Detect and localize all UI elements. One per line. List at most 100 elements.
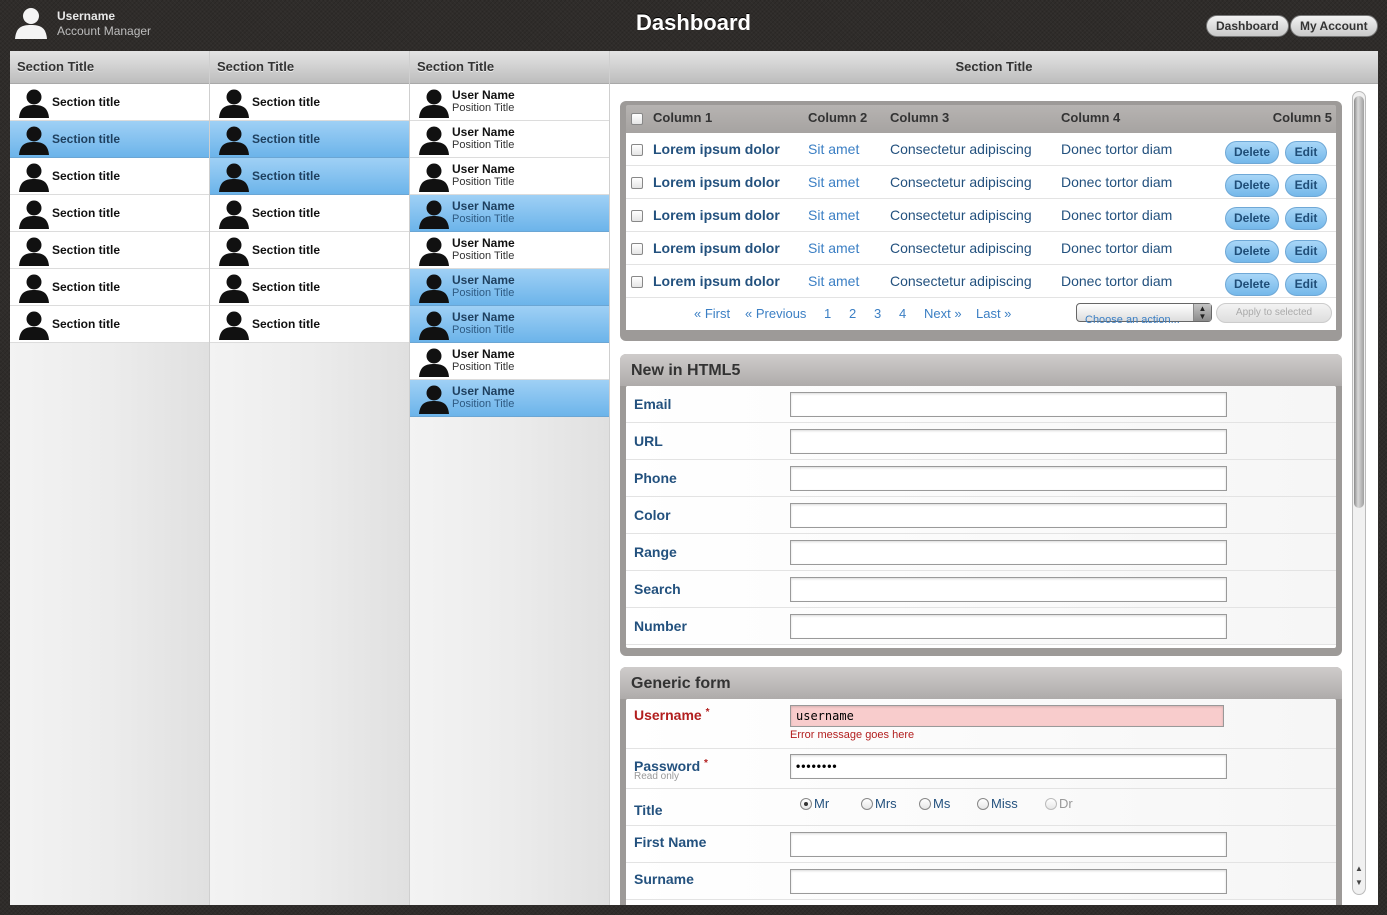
user-list-item[interactable]: User Name Position Title: [410, 121, 609, 158]
email-input[interactable]: [790, 392, 1227, 417]
first-name-input[interactable]: [790, 832, 1227, 857]
color-input[interactable]: [790, 503, 1227, 528]
list-item[interactable]: Section title: [10, 306, 209, 343]
row-checkbox[interactable]: [631, 177, 643, 189]
url-input[interactable]: [790, 429, 1227, 454]
table-cell[interactable]: Sit amet: [808, 273, 859, 289]
apply-to-selected-button[interactable]: Apply to selected: [1216, 303, 1332, 323]
table-cell[interactable]: Sit amet: [808, 240, 859, 256]
column-header: Column 4: [1061, 110, 1121, 125]
radio-circle-icon: [1045, 798, 1057, 810]
list-item[interactable]: Section title: [10, 121, 209, 158]
user-name: User Name: [452, 125, 515, 139]
delete-button[interactable]: Delete: [1225, 141, 1279, 164]
table-cell[interactable]: Sit amet: [808, 174, 859, 190]
user-list-item[interactable]: User Name Position Title: [410, 158, 609, 195]
pager-next-link[interactable]: Next »: [924, 306, 962, 321]
title-radio-ms[interactable]: Ms: [919, 796, 950, 811]
password-row: Password * Read only ••••••••: [626, 749, 1336, 789]
table-cell[interactable]: Sit amet: [808, 141, 859, 157]
table-cell[interactable]: Lorem ipsum dolor: [653, 207, 780, 223]
delete-button[interactable]: Delete: [1225, 273, 1279, 296]
person-silhouette-icon: [418, 273, 452, 303]
pager-page-link[interactable]: 2: [849, 306, 856, 321]
person-silhouette-icon: [418, 347, 452, 377]
range-input[interactable]: [790, 540, 1227, 565]
list-item[interactable]: Section title: [10, 232, 209, 269]
list-item[interactable]: Section title: [10, 269, 209, 306]
row-checkbox[interactable]: [631, 243, 643, 255]
list-item[interactable]: Section title: [210, 269, 409, 306]
list-item[interactable]: Section title: [210, 232, 409, 269]
select-all-checkbox[interactable]: [631, 113, 643, 125]
edit-button[interactable]: Edit: [1285, 273, 1327, 296]
list-item[interactable]: Section title: [10, 158, 209, 195]
pager-last-link[interactable]: Last »: [976, 306, 1011, 321]
table-cell[interactable]: Lorem ipsum dolor: [653, 141, 780, 157]
title-radio-mr[interactable]: Mr: [800, 796, 829, 811]
scroll-up-arrow-icon[interactable]: ▲: [1354, 864, 1364, 873]
list-item[interactable]: Section title: [10, 195, 209, 232]
username-label: Username *: [634, 707, 710, 723]
my-account-button[interactable]: My Account: [1290, 15, 1378, 37]
scroll-down-arrow-icon[interactable]: ▼: [1354, 878, 1364, 887]
username-input[interactable]: username: [790, 705, 1224, 727]
field-label: Range: [634, 544, 677, 560]
table-cell[interactable]: Lorem ipsum dolor: [653, 273, 780, 289]
field-label: Search: [634, 581, 681, 597]
number-input[interactable]: [790, 614, 1227, 639]
edit-button[interactable]: Edit: [1285, 174, 1327, 197]
pager-page-link[interactable]: 1: [824, 306, 831, 321]
list-item[interactable]: Section title: [210, 195, 409, 232]
user-list-item[interactable]: User Name Position Title: [410, 343, 609, 380]
delete-button[interactable]: Delete: [1225, 174, 1279, 197]
user-name: User Name: [452, 384, 515, 398]
list-item[interactable]: Section title: [210, 158, 409, 195]
user-list-item[interactable]: User Name Position Title: [410, 306, 609, 343]
row-checkbox[interactable]: [631, 144, 643, 156]
user-list-item[interactable]: User Name Position Title: [410, 269, 609, 306]
password-input[interactable]: ••••••••: [790, 754, 1227, 779]
vertical-scrollbar[interactable]: ▲ ▼: [1352, 91, 1366, 895]
scrollbar-thumb[interactable]: [1354, 96, 1364, 508]
title-radio-mrs[interactable]: Mrs: [861, 796, 897, 811]
table-cell[interactable]: Lorem ipsum dolor: [653, 174, 780, 190]
edit-button[interactable]: Edit: [1285, 240, 1327, 263]
field-label: Color: [634, 507, 671, 523]
column-header: Column 2: [808, 110, 868, 125]
user-list-item[interactable]: User Name Position Title: [410, 232, 609, 269]
radio-label: Mr: [814, 796, 830, 811]
user-list-item[interactable]: User Name Position Title: [410, 380, 609, 417]
user-position: Position Title: [452, 213, 515, 225]
person-silhouette-icon: [218, 88, 252, 118]
pager-first-link[interactable]: « First: [694, 306, 730, 321]
delete-button[interactable]: Delete: [1225, 207, 1279, 230]
table-cell: Donec tortor diam: [1061, 273, 1173, 289]
table-cell[interactable]: Sit amet: [808, 207, 859, 223]
radio-circle-icon: [919, 798, 931, 810]
table-cell[interactable]: Lorem ipsum dolor: [653, 240, 780, 256]
list-item[interactable]: Section title: [210, 121, 409, 158]
edit-button[interactable]: Edit: [1285, 141, 1327, 164]
list-item[interactable]: Section title: [10, 84, 209, 121]
edit-button[interactable]: Edit: [1285, 207, 1327, 230]
title-radio-miss[interactable]: Miss: [977, 796, 1018, 811]
pager-page-link[interactable]: 3: [874, 306, 881, 321]
delete-button[interactable]: Delete: [1225, 240, 1279, 263]
dashboard-button[interactable]: Dashboard: [1206, 15, 1289, 37]
bulk-action-select[interactable]: Choose an action... ▲ ▼: [1076, 303, 1212, 326]
column-1-list: Section title Section title Section title S…: [10, 84, 209, 343]
person-silhouette-icon: [18, 125, 52, 155]
list-item[interactable]: Section title: [210, 84, 409, 121]
user-list-item[interactable]: User Name Position Title: [410, 84, 609, 121]
phone-input[interactable]: [790, 466, 1227, 491]
search-input[interactable]: [790, 577, 1227, 602]
pager-page-link[interactable]: 4: [899, 306, 906, 321]
surname-input[interactable]: [790, 869, 1227, 894]
row-checkbox[interactable]: [631, 276, 643, 288]
row-checkbox[interactable]: [631, 210, 643, 222]
user-name: User Name: [452, 88, 515, 102]
pager-previous-link[interactable]: « Previous: [745, 306, 806, 321]
list-item[interactable]: Section title: [210, 306, 409, 343]
user-list-item[interactable]: User Name Position Title: [410, 195, 609, 232]
